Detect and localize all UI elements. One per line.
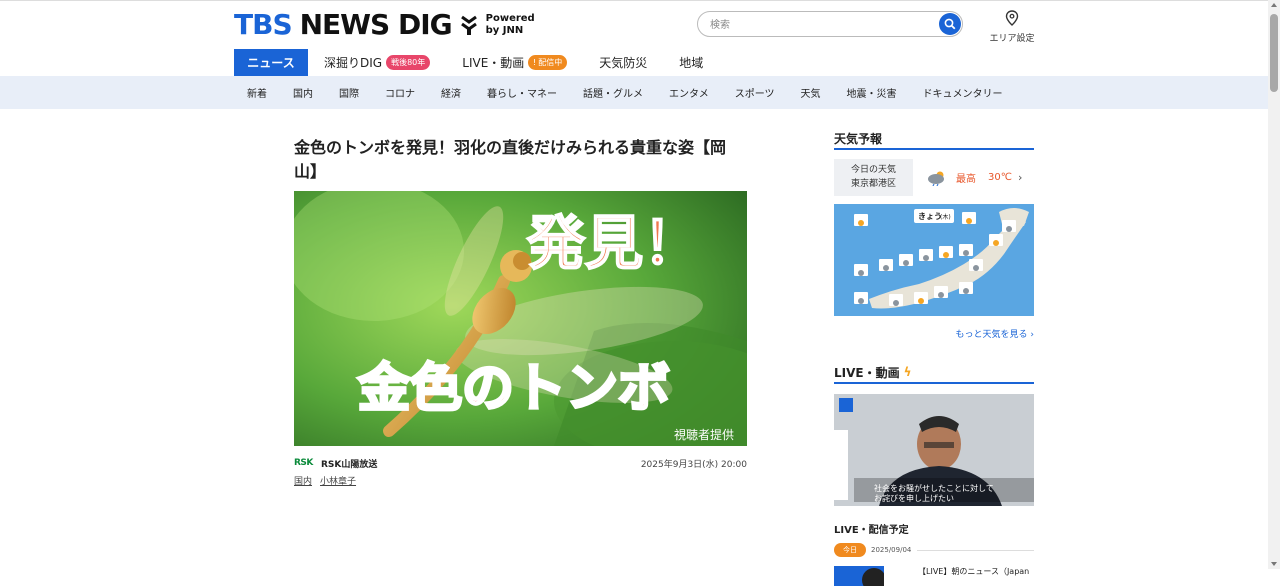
category-entertainment[interactable]: エンタメ xyxy=(669,85,709,100)
search-button[interactable] xyxy=(939,13,961,35)
tag-author[interactable]: 小林章子 xyxy=(320,474,356,487)
live-caption-2: お詫びを申し上げたい xyxy=(874,493,954,503)
live-heading: LIVE・動画 ϟ xyxy=(834,362,1034,384)
category-sports[interactable]: スポーツ xyxy=(735,85,775,100)
logo-powered-line-2: by JNN xyxy=(485,24,524,36)
cloudy-rain-icon xyxy=(928,171,944,186)
weather-summary: 最高 30℃ › xyxy=(926,159,1034,196)
weather-high-temp: 30℃ xyxy=(988,172,1012,183)
article-title: 金色のトンボを発見！羽化の直後だけみられる貴重な姿【岡山】 xyxy=(294,138,727,181)
category-nav: 新着 国内 国際 コロナ 経済 暮らし・マネー 話題・グルメ エンタメ スポーツ… xyxy=(0,76,1268,109)
dig-mark-icon xyxy=(460,15,477,35)
schedule-divider xyxy=(917,549,1034,551)
category-international[interactable]: 国際 xyxy=(339,85,359,100)
tab-dig[interactable]: 深掘りDIG 戦後80年 xyxy=(308,49,446,76)
sidebar: 天気予報 今日の天気 東京都港区 最高 30℃ › きょう (木) もっと天気を… xyxy=(834,128,1034,586)
category-documentary[interactable]: ドキュメンタリー xyxy=(923,85,1003,100)
article-meta: RSK RSK山陽放送 2025年9月3日(水) 20:00 xyxy=(294,457,747,471)
schedule-heading: LIVE・配信予定 xyxy=(834,525,909,536)
search-input[interactable] xyxy=(708,16,932,34)
category-topics-gourmet[interactable]: 話題・グルメ xyxy=(583,85,643,100)
weather-today-label: 今日の天気 xyxy=(850,165,896,175)
schedule-item[interactable]: 【LIVE】朝のニュース（Japan xyxy=(834,566,1034,586)
site-header: TBS NEWS DIG Powered by JNN エリア設定 ニュース xyxy=(0,0,1268,76)
live-caption-1: 社会をお騒がせしたことに対して xyxy=(874,483,994,493)
today-badge: 今日 xyxy=(834,543,866,557)
scroll-up-arrow-icon[interactable] xyxy=(1271,3,1277,7)
search-box xyxy=(697,11,963,37)
tab-weather-label: 天気防災 xyxy=(599,56,648,70)
chevron-right-icon: › xyxy=(1017,171,1023,184)
tab-weather[interactable]: 天気防災 xyxy=(583,49,663,76)
page-scrollbar[interactable] xyxy=(1268,0,1280,569)
weather-heading: 天気予報 xyxy=(834,128,1034,150)
tab-region[interactable]: 地域 xyxy=(663,49,719,76)
schedule-thumbnail xyxy=(834,566,884,586)
main-tabs: ニュース 深掘りDIG 戦後80年 LIVE・動画 ǃ 配信中 天気防災 地域 xyxy=(234,49,719,76)
today-weather[interactable]: 今日の天気 東京都港区 最高 30℃ › xyxy=(834,159,1034,196)
weather-area-label: 東京都港区 xyxy=(850,179,896,189)
article-image[interactable]: 発見！ 金色のトンボ 視聴者提供 xyxy=(294,191,747,446)
chevron-right-icon: › xyxy=(1030,330,1034,340)
schedule-thumb-avatar xyxy=(862,568,884,586)
map-title: きょう xyxy=(918,212,942,221)
tab-dig-badge: 戦後80年 xyxy=(386,55,431,70)
area-settings-label: エリア設定 xyxy=(989,34,1035,44)
scrollbar-thumb[interactable] xyxy=(1270,14,1278,92)
category-corona[interactable]: コロナ xyxy=(385,85,415,100)
schedule-date-row: 今日 2025/09/04 xyxy=(834,543,1034,557)
weather-map[interactable]: きょう (木) xyxy=(834,204,1034,316)
live-video-thumbnail[interactable]: 社会をお騒がせしたことに対して お詫びを申し上げたい xyxy=(834,394,1034,506)
source-logo: RSK xyxy=(294,458,313,468)
weather-high-label: 最高 xyxy=(956,174,976,185)
logo-powered-by: Powered by JNN xyxy=(486,13,535,37)
search-icon xyxy=(944,18,956,30)
image-credit: 視聴者提供 xyxy=(674,427,734,442)
location-pin-icon xyxy=(1005,10,1019,26)
category-economy[interactable]: 経済 xyxy=(441,85,461,100)
category-new[interactable]: 新着 xyxy=(247,85,267,100)
more-weather-link[interactable]: もっと天気を見る › xyxy=(834,327,1035,340)
tab-live[interactable]: LIVE・動画 ǃ 配信中 xyxy=(446,49,583,76)
category-domestic[interactable]: 国内 xyxy=(293,85,313,100)
tab-region-label: 地域 xyxy=(679,56,704,70)
live-heading-label: LIVE・動画 xyxy=(834,365,900,380)
source-name[interactable]: RSK山陽放送 xyxy=(321,457,377,470)
category-weather[interactable]: 天気 xyxy=(801,85,821,100)
map-day: (木) xyxy=(940,213,951,221)
logo-powered-line-1: Powered xyxy=(485,12,535,24)
tab-news-label: ニュース xyxy=(247,56,295,70)
image-text-top: 発見！ xyxy=(527,209,701,277)
japan-weather-map-image: きょう (木) xyxy=(834,204,1034,316)
live-video-image: 社会をお騒がせしたことに対して お詫びを申し上げたい xyxy=(834,394,1034,506)
tab-live-label: LIVE・動画 xyxy=(462,56,525,70)
logo-news-dig: NEWS DIG xyxy=(299,8,453,41)
dragonfly-photo: 発見！ 金色のトンボ 視聴者提供 xyxy=(294,191,747,446)
tab-live-badge-text: 配信中 xyxy=(538,58,563,67)
tab-live-badge: ǃ 配信中 xyxy=(528,55,568,70)
article-tags: 国内 小林章子 xyxy=(294,474,364,487)
tag-domestic[interactable]: 国内 xyxy=(294,474,312,487)
more-weather-label: もっと天気を見る xyxy=(955,330,1028,340)
weather-location: 今日の天気 東京都港区 xyxy=(834,159,913,196)
tab-dig-label: 深掘りDIG xyxy=(324,56,383,70)
category-disaster[interactable]: 地震・災害 xyxy=(847,85,897,100)
scroll-down-arrow-icon[interactable] xyxy=(1271,562,1277,566)
schedule-title: 【LIVE】朝のニュース（Japan xyxy=(918,567,1030,576)
image-text-bottom: 金色のトンボ xyxy=(357,359,670,419)
logo-tbs: TBS xyxy=(234,8,293,41)
site-logo[interactable]: TBS NEWS DIG Powered by JNN xyxy=(234,8,535,41)
tab-news[interactable]: ニュース xyxy=(234,49,308,76)
category-life-money[interactable]: 暮らし・マネー xyxy=(487,85,557,100)
area-settings-button[interactable]: エリア設定 xyxy=(988,10,1036,44)
lightning-icon: ϟ xyxy=(903,365,912,379)
schedule-date: 2025/09/04 xyxy=(871,546,912,554)
article-date: 2025年9月3日(水) 20:00 xyxy=(640,460,747,470)
